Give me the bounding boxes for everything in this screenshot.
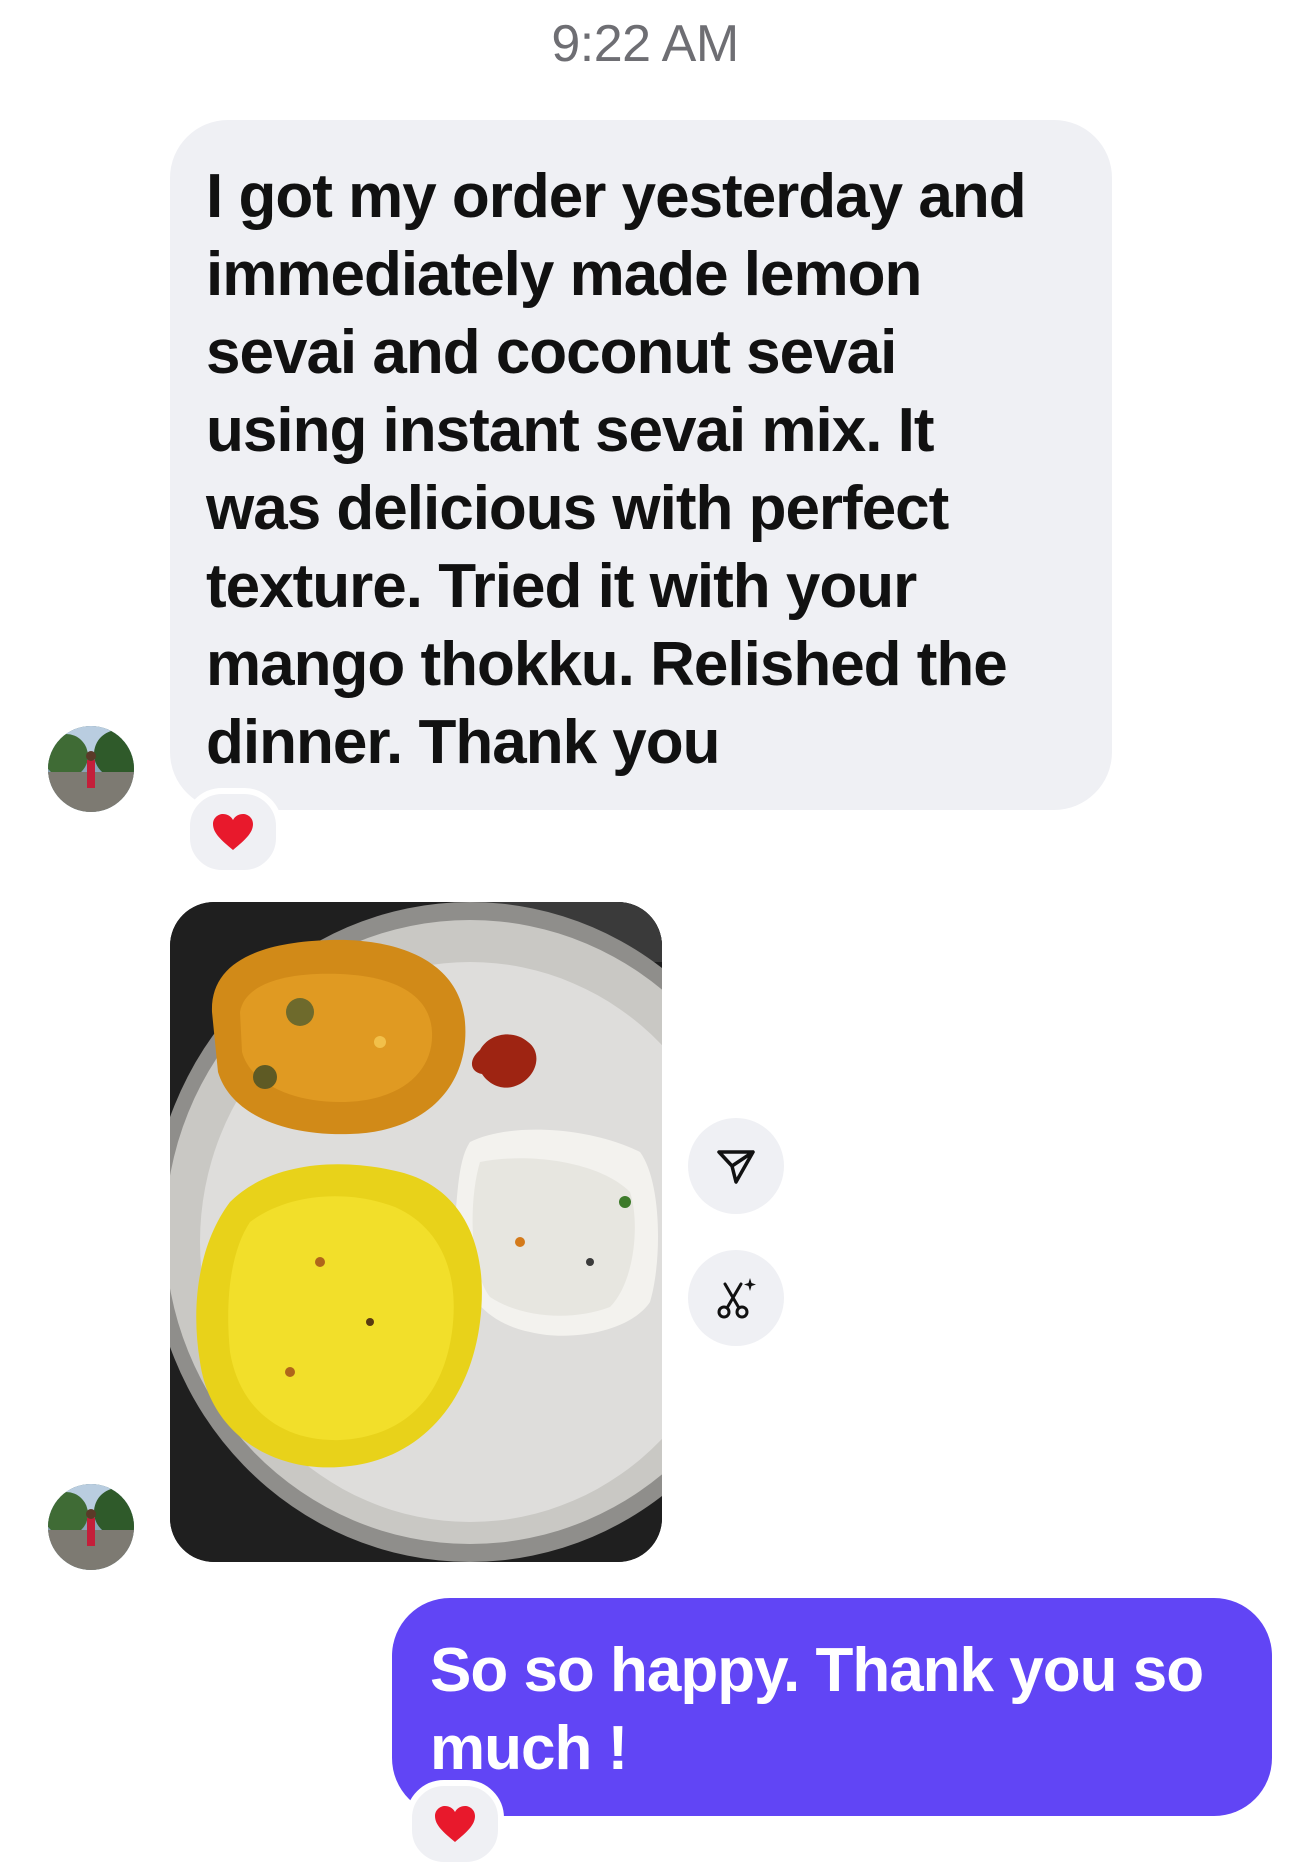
message-text-line: was delicious with perfect bbox=[206, 474, 949, 543]
shared-food-photo[interactable] bbox=[170, 902, 662, 1562]
message-text-line: texture. Tried it with your bbox=[206, 552, 917, 621]
message-text-line: mango thokku. Relished the bbox=[206, 630, 1008, 699]
sender-avatar[interactable] bbox=[48, 1484, 134, 1570]
food-plate-image bbox=[170, 902, 662, 1562]
remix-photo-button[interactable] bbox=[688, 1250, 784, 1346]
message-text-line: I got my order yesterday and bbox=[206, 162, 1027, 231]
message-text-line: much ! bbox=[430, 1714, 628, 1783]
incoming-message-bubble[interactable]: I got my order yesterday and immediately… bbox=[170, 120, 1112, 810]
sender-avatar[interactable] bbox=[48, 726, 134, 812]
message-text-line: sevai and coconut sevai bbox=[206, 318, 897, 387]
message-text-line: dinner. Thank you bbox=[206, 708, 721, 777]
heart-icon bbox=[213, 814, 253, 850]
avatar-photo bbox=[48, 726, 134, 812]
scissors-sparkle-icon bbox=[717, 1278, 756, 1319]
send-icon bbox=[717, 1150, 755, 1184]
message-timestamp: 9:22 AM bbox=[551, 15, 739, 73]
heart-reaction[interactable] bbox=[406, 1780, 504, 1868]
avatar-photo bbox=[48, 1484, 134, 1570]
outgoing-message-bubble[interactable]: So so happy. Thank you so much ! bbox=[392, 1598, 1272, 1816]
message-text-line: using instant sevai mix. It bbox=[206, 396, 935, 465]
heart-reaction[interactable] bbox=[184, 788, 282, 876]
message-text-line: immediately made lemon bbox=[206, 240, 922, 309]
message-text-line: So so happy. Thank you so bbox=[430, 1636, 1204, 1705]
heart-icon bbox=[435, 1806, 475, 1842]
share-photo-button[interactable] bbox=[688, 1118, 784, 1214]
